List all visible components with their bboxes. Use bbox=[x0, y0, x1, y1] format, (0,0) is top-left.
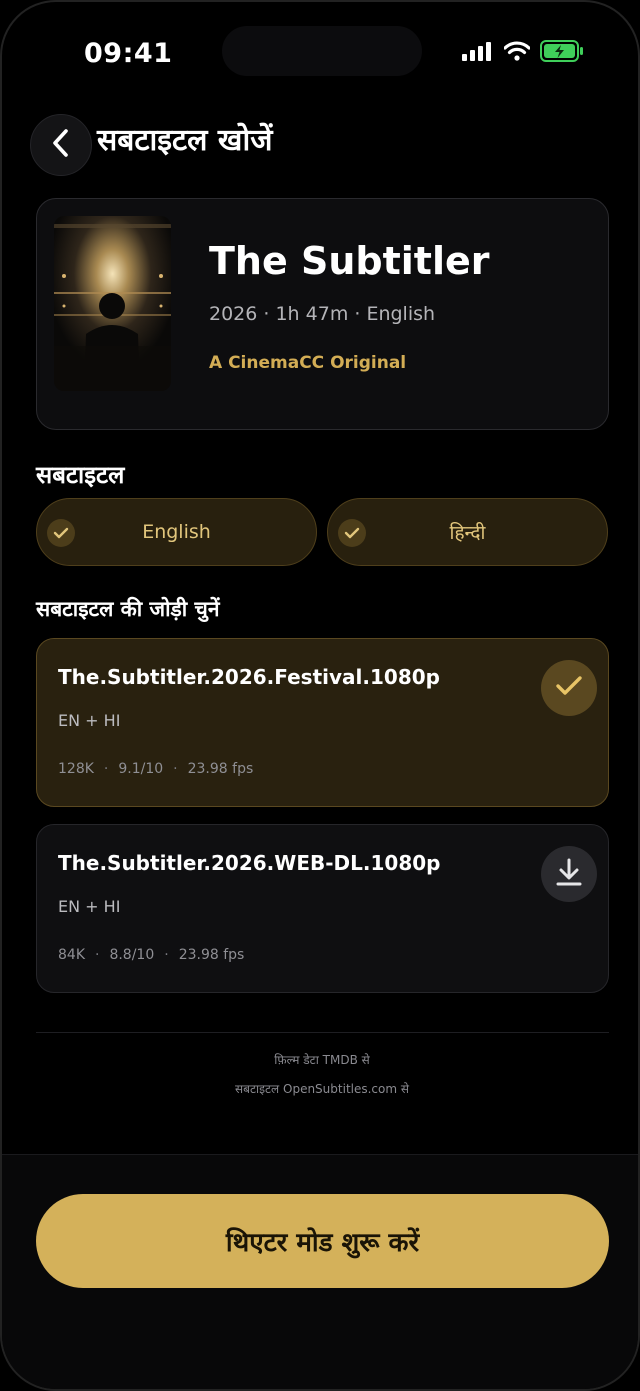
phone-screen: 09:41 सबटाइटल खोजें The Subtitler 2026 ·… bbox=[0, 0, 640, 1391]
rating: 9.1/10 bbox=[118, 761, 164, 777]
pair-section-title: सबटाइटल की जोड़ी चुनें bbox=[36, 597, 220, 621]
back-button[interactable] bbox=[30, 114, 92, 176]
check-icon bbox=[47, 519, 75, 547]
opensubtitles-credit: सबटाइटल OpenSubtitles.com से bbox=[235, 1082, 409, 1096]
movie-card: The Subtitler 2026 · 1h 47m · English A … bbox=[36, 198, 609, 430]
download-count: 84K bbox=[58, 947, 85, 963]
subtitle-file-name: The.Subtitler.2026.Festival.1080p bbox=[58, 665, 440, 689]
separator-dot: · bbox=[164, 947, 169, 963]
dynamic-island bbox=[222, 26, 422, 76]
language-chip-label: English bbox=[142, 521, 211, 543]
movie-meta: 2026 · 1h 47m · English bbox=[209, 303, 436, 325]
separator-dot: · bbox=[173, 761, 178, 777]
download-icon bbox=[555, 857, 583, 891]
start-theater-mode-button[interactable]: थिएटर मोड शुरू करें bbox=[36, 1194, 609, 1288]
subtitle-section-title: सबटाइटल bbox=[36, 461, 125, 489]
download-button[interactable] bbox=[541, 846, 597, 902]
frame-rate: 23.98 fps bbox=[178, 947, 245, 963]
language-chip-english[interactable]: English bbox=[36, 498, 317, 566]
language-chip-hindi[interactable]: हिन्दी bbox=[327, 498, 608, 566]
page-title: सबटाइटल खोजें bbox=[97, 123, 273, 158]
battery-charging-icon bbox=[540, 40, 584, 66]
status-icons bbox=[462, 40, 584, 66]
frame-rate: 23.98 fps bbox=[187, 761, 254, 777]
movie-badge: A CinemaCC Original bbox=[209, 353, 407, 373]
subtitle-result-card[interactable]: The.Subtitler.2026.Festival.1080p EN + H… bbox=[36, 638, 609, 807]
subtitle-stats: 84K · 8.8/10 · 23.98 fps bbox=[58, 947, 244, 963]
movie-title: The Subtitler bbox=[209, 239, 490, 283]
subtitle-result-card[interactable]: The.Subtitler.2026.WEB-DL.1080p EN + HI … bbox=[36, 824, 609, 993]
download-count: 128K bbox=[58, 761, 94, 777]
tmdb-credit: फ़िल्म डेटा TMDB से bbox=[274, 1053, 370, 1067]
rating: 8.8/10 bbox=[109, 947, 155, 963]
movie-poster bbox=[54, 216, 171, 391]
status-time: 09:41 bbox=[84, 38, 173, 69]
selected-check-button[interactable] bbox=[541, 660, 597, 716]
separator-dot: · bbox=[103, 761, 109, 777]
check-icon bbox=[338, 519, 366, 547]
subtitle-file-name: The.Subtitler.2026.WEB-DL.1080p bbox=[58, 851, 441, 875]
separator-dot: · bbox=[95, 947, 100, 963]
language-chip-label: हिन्दी bbox=[449, 522, 486, 544]
subtitle-languages: EN + HI bbox=[58, 711, 121, 730]
chevron-left-icon bbox=[50, 128, 72, 162]
subtitle-stats: 128K · 9.1/10 · 23.98 fps bbox=[58, 761, 253, 777]
wifi-icon bbox=[503, 41, 531, 65]
cellular-signal-icon bbox=[462, 41, 494, 65]
subtitle-languages: EN + HI bbox=[58, 897, 121, 916]
divider bbox=[36, 1032, 609, 1033]
check-icon bbox=[555, 675, 583, 701]
